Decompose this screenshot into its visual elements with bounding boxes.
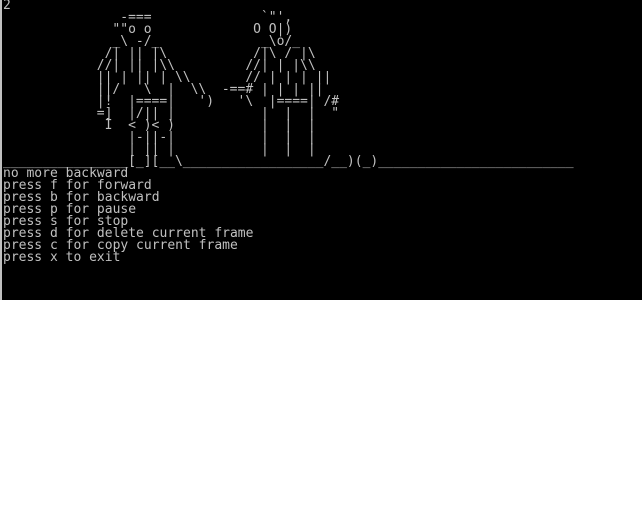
console-window[interactable]: 2 -=== `"', ""o o O O|) _\ -/_ _\o/_ /| … <box>0 0 642 300</box>
help-text: no more backward press f for forward press… <box>3 167 253 265</box>
ascii-animation-frame: -=== `"', ""o o O O|) _\ -/_ _\o/_ /| ||… <box>3 10 574 169</box>
window-border <box>0 0 2 300</box>
help-line-exit: press x to exit <box>3 250 121 265</box>
